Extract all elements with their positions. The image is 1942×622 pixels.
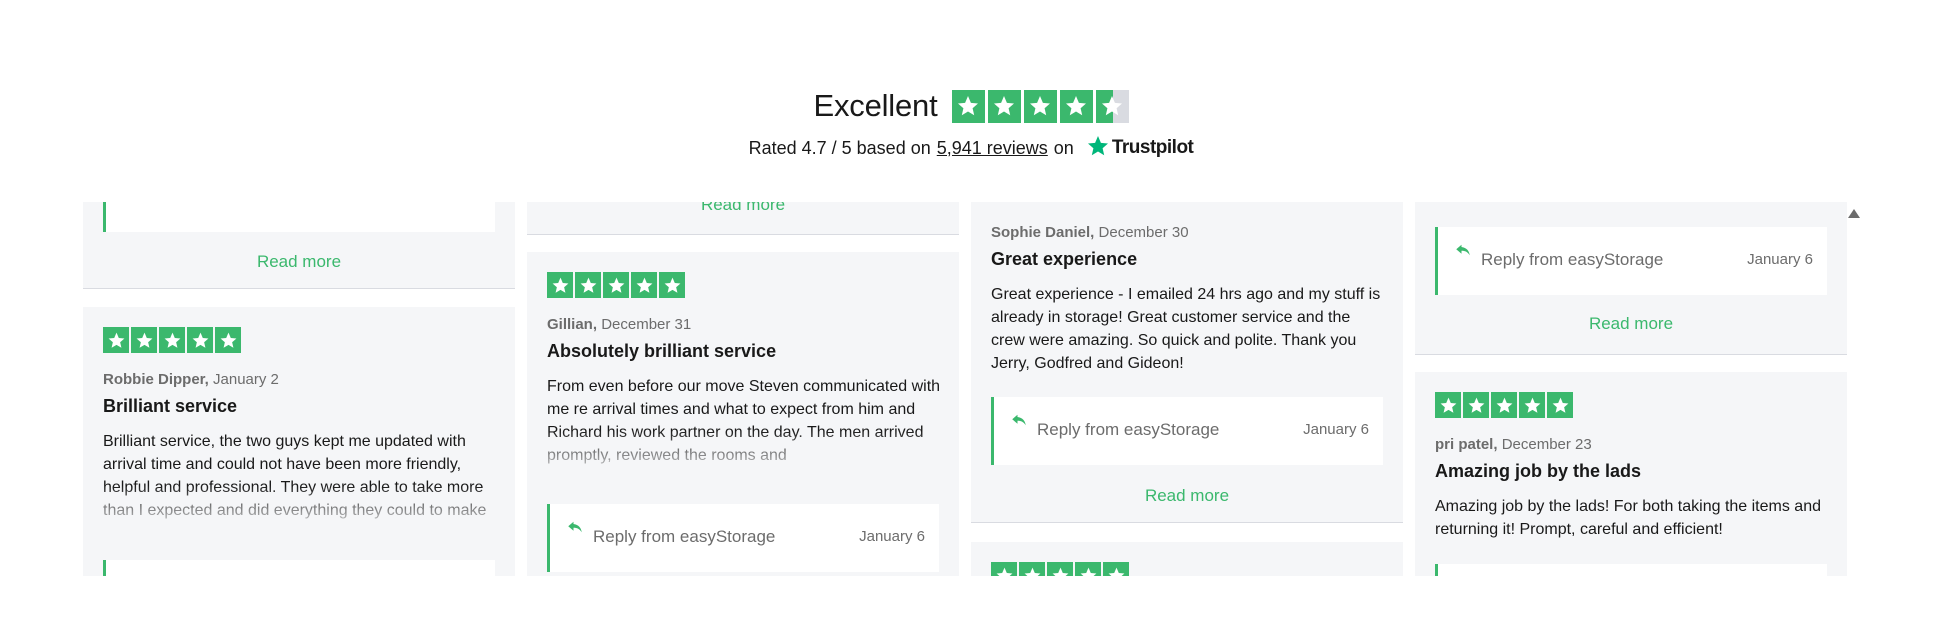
star-icon bbox=[103, 327, 129, 353]
star-icon bbox=[187, 327, 213, 353]
trustpilot-summary: Excellent Rated 4.7 / 5 based on 5,941 r… bbox=[0, 88, 1942, 162]
read-more-link[interactable]: Read more bbox=[83, 252, 515, 272]
reply-label: Reply from easyStorage bbox=[1037, 420, 1220, 439]
reply-date: January 6 bbox=[1303, 421, 1369, 438]
star-icon bbox=[1075, 562, 1101, 576]
star-icon bbox=[603, 272, 629, 298]
review-stars bbox=[103, 327, 241, 353]
overall-stars bbox=[951, 89, 1129, 123]
star-icon bbox=[991, 562, 1017, 576]
star-icon bbox=[1435, 392, 1461, 418]
star-icon bbox=[575, 272, 601, 298]
reply-box[interactable] bbox=[103, 560, 495, 576]
review-body: Brilliant service, the two guys kept me … bbox=[103, 433, 487, 519]
reply-label: Reply from easyStorage bbox=[1481, 250, 1664, 269]
review-card: Read more bbox=[83, 202, 515, 289]
reply-arrow-icon bbox=[1012, 414, 1026, 426]
review-card: Read more bbox=[527, 202, 959, 235]
star-icon bbox=[547, 272, 573, 298]
reply-box[interactable]: Reply from easyStorage January 6 bbox=[991, 397, 1383, 465]
reply-box[interactable] bbox=[103, 202, 495, 232]
half-star-icon bbox=[1095, 89, 1129, 123]
star-icon bbox=[1059, 89, 1093, 123]
reply-date: January 6 bbox=[1747, 251, 1813, 268]
reply-box[interactable] bbox=[1435, 564, 1827, 576]
star-icon bbox=[987, 89, 1021, 123]
star-icon bbox=[215, 327, 241, 353]
star-icon bbox=[1023, 89, 1057, 123]
reply-label: Reply from easyStorage bbox=[593, 527, 776, 546]
trustpilot-wordmark: Trustpilot bbox=[1111, 137, 1194, 158]
star-icon bbox=[1491, 392, 1517, 418]
star-icon bbox=[1519, 392, 1545, 418]
review-stars bbox=[547, 272, 685, 298]
star-icon bbox=[1547, 392, 1573, 418]
star-icon bbox=[1463, 392, 1489, 418]
reply-date: January 6 bbox=[859, 528, 925, 545]
read-more-link[interactable]: Read more bbox=[971, 486, 1403, 506]
review-stars bbox=[1435, 392, 1573, 418]
review-author: Robbie Dipper, January 2 bbox=[103, 371, 279, 388]
review-card: Reply from easyStorage January 6 Read mo… bbox=[1415, 202, 1847, 355]
reply-box[interactable]: Reply from easyStorage January 6 bbox=[1435, 227, 1827, 295]
star-icon bbox=[1103, 562, 1129, 576]
star-icon bbox=[1019, 562, 1045, 576]
review-title: Brilliant service bbox=[103, 396, 238, 416]
rated-line: Rated 4.7 / 5 based on 5,941 reviews on … bbox=[0, 134, 1942, 162]
star-icon bbox=[631, 272, 657, 298]
read-more-link[interactable]: Read more bbox=[527, 202, 959, 215]
review-card: Sophie Daniel, December 30 Great experie… bbox=[971, 202, 1403, 523]
review-card: Gillian, December 31 Absolutely brillian… bbox=[527, 252, 959, 576]
review-title: Amazing job by the lads bbox=[1435, 461, 1642, 481]
review-author: Gillian, December 31 bbox=[547, 316, 692, 333]
read-more-link[interactable]: Read more bbox=[1415, 314, 1847, 334]
review-author: pri patel, December 23 bbox=[1435, 436, 1592, 453]
review-card: pri patel, December 23 Amazing job by th… bbox=[1415, 372, 1847, 576]
review-author: Sophie Daniel, December 30 bbox=[991, 224, 1189, 241]
star-icon bbox=[1047, 562, 1073, 576]
scroll-up-arrow-icon[interactable] bbox=[1848, 209, 1860, 218]
trustpilot-star-icon bbox=[1087, 136, 1108, 156]
review-card: Robbie Dipper, January 2 Brilliant servi… bbox=[83, 307, 515, 576]
review-body: Amazing job by the lads! For both taking… bbox=[1435, 498, 1821, 538]
reviews-count-link[interactable]: 5,941 reviews bbox=[937, 138, 1048, 159]
review-body: From even before our move Steven communi… bbox=[547, 378, 941, 464]
star-icon bbox=[951, 89, 985, 123]
star-icon bbox=[159, 327, 185, 353]
reply-arrow-icon bbox=[568, 521, 582, 533]
star-icon bbox=[131, 327, 157, 353]
star-icon bbox=[659, 272, 685, 298]
review-title: Absolutely brilliant service bbox=[547, 341, 777, 361]
reply-box[interactable]: Reply from easyStorage January 6 bbox=[547, 504, 939, 572]
reply-arrow-icon bbox=[1456, 244, 1470, 256]
review-card bbox=[971, 542, 1403, 576]
reviews-carousel[interactable]: Read more Robbie Dipper, January 2 Brill… bbox=[0, 202, 1942, 576]
review-stars bbox=[991, 562, 1129, 576]
review-title: Great experience bbox=[991, 249, 1138, 269]
rated-prefix: Rated 4.7 / 5 based on bbox=[748, 137, 931, 158]
rating-word: Excellent bbox=[813, 88, 938, 123]
trustpilot-logo[interactable]: Trustpilot bbox=[1086, 134, 1194, 162]
review-body: Great experience - I emailed 24 hrs ago … bbox=[991, 286, 1381, 372]
rated-suffix: on bbox=[1053, 137, 1074, 158]
